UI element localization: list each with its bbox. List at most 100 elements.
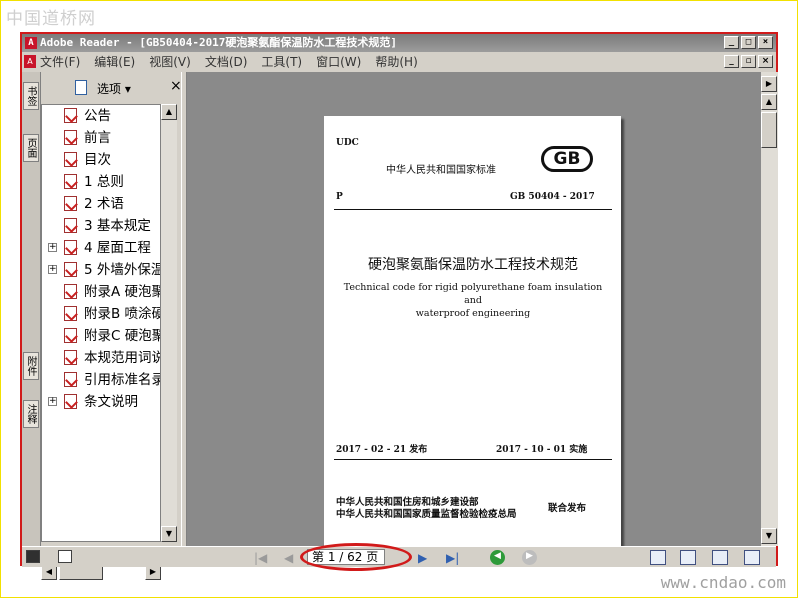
issue-date: 2017 - 02 - 21 发布: [336, 445, 428, 455]
side-tabs: 书签 页面 附件 注释: [22, 72, 41, 546]
bookmark-item[interactable]: 附录B 喷涂硬: [42, 303, 160, 325]
menu-help[interactable]: 帮助(H): [375, 52, 417, 72]
bookmark-item[interactable]: 本规范用词说: [42, 347, 160, 369]
panel-expand-arrow-icon[interactable]: ▶: [761, 76, 777, 92]
bookmark-item[interactable]: 前言: [42, 127, 160, 149]
reader-window: A Adobe Reader - [GB50404-2017硬泡聚氨酯保温防水工…: [20, 32, 778, 580]
bookmark-item[interactable]: 附录C 硬泡聚: [42, 325, 160, 347]
pdf-bookmark-icon: [64, 372, 77, 387]
facing-icon[interactable]: [712, 550, 728, 565]
doc-close-button[interactable]: ×: [758, 55, 773, 68]
menu-items: 文件(F) 编辑(E) 视图(V) 文档(D) 工具(T) 窗口(W) 帮助(H…: [40, 52, 418, 72]
standard-number: GB 50404 - 2017: [510, 192, 595, 202]
pdf-bookmark-icon: [64, 240, 77, 255]
maximize-button[interactable]: □: [741, 36, 756, 49]
menu-tools[interactable]: 工具(T): [261, 52, 302, 72]
title-chinese: 硬泡聚氨酯保温防水工程技术规范: [368, 257, 578, 273]
divider-top: [334, 209, 612, 210]
doc-restore-button[interactable]: ▫: [741, 55, 756, 68]
gb-logo: GB: [541, 146, 593, 172]
menu-window[interactable]: 窗口(W): [316, 52, 361, 72]
bookmark-item[interactable]: +5 外墙外保温: [42, 259, 160, 281]
title-english-line1: Technical code for rigid polyurethane fo…: [343, 282, 603, 306]
doc-scroll-down-arrow-icon[interactable]: ▼: [761, 528, 777, 544]
pdf-bookmark-icon: [64, 130, 77, 145]
national-standard-label: 中华人民共和国国家标准: [386, 165, 496, 176]
menu-edit[interactable]: 编辑(E): [94, 52, 135, 72]
bookmarks-header: 选项 ▾ ×: [41, 72, 182, 102]
expand-plus-icon[interactable]: +: [48, 243, 57, 252]
first-page-icon[interactable]: |◀: [254, 551, 267, 565]
highlight-circle: [300, 543, 412, 571]
expand-plus-icon[interactable]: +: [48, 397, 57, 406]
close-button[interactable]: ×: [758, 36, 773, 49]
minimize-button[interactable]: _: [724, 36, 739, 49]
doc-scroll-up-arrow-icon[interactable]: ▲: [761, 94, 777, 110]
menu-view[interactable]: 视图(V): [149, 52, 191, 72]
tab-pages[interactable]: 页面: [23, 134, 39, 162]
status-bar: |◀ ◀ 第 1 / 62 页 ▶ ▶| ◀ ▶: [22, 543, 776, 571]
document-window-controls: _ ▫ ×: [724, 55, 773, 68]
pdf-bookmark-icon: [64, 196, 77, 211]
title-english: Technical code for rigid polyurethane fo…: [336, 281, 610, 320]
document-page: UDC 中华人民共和国国家标准 GB P GB 50404 - 2017 硬泡聚…: [324, 116, 621, 560]
doc-scroll-thumb[interactable]: [761, 112, 777, 148]
continuous-icon[interactable]: [680, 550, 696, 565]
scroll-up-arrow-icon[interactable]: ▲: [161, 104, 177, 120]
udc-label: UDC: [336, 138, 359, 148]
bookmark-item[interactable]: +4 屋面工程: [42, 237, 160, 259]
pdf-bookmark-icon: [64, 108, 77, 123]
adobe-reader-icon: A: [25, 37, 37, 49]
tab-comments[interactable]: 注释: [23, 400, 39, 428]
title-english-line2: waterproof engineering: [415, 308, 531, 319]
window-title: Adobe Reader - [GB50404-2017硬泡聚氨酯保温防水工程技…: [40, 36, 398, 49]
window-controls: _ □ ×: [724, 36, 773, 49]
menu-file[interactable]: 文件(F): [40, 52, 80, 72]
document-vertical-scrollbar[interactable]: ▶ ▲ ▼: [761, 72, 778, 546]
go-forward-icon[interactable]: ▶: [522, 550, 537, 565]
bookmark-vertical-scrollbar[interactable]: ▲ ▼: [161, 104, 177, 542]
pdf-bookmark-icon: [64, 284, 77, 299]
bookmark-item[interactable]: 目次: [42, 149, 160, 171]
bookmark-item[interactable]: 引用标准名录: [42, 369, 160, 391]
next-page-icon[interactable]: ▶: [418, 551, 427, 565]
scroll-down-arrow-icon[interactable]: ▼: [161, 526, 177, 542]
continuous-facing-icon[interactable]: [744, 550, 760, 565]
doc-minimize-button[interactable]: _: [724, 55, 739, 68]
pdf-bookmark-icon: [64, 152, 77, 167]
pdf-bookmark-icon: [64, 306, 77, 321]
title-bar: A Adobe Reader - [GB50404-2017硬泡聚氨酯保温防水工…: [22, 34, 776, 52]
p-code: P: [336, 192, 343, 202]
options-dropdown[interactable]: 选项 ▾: [97, 80, 131, 97]
implement-date: 2017 - 10 - 01 实施: [496, 445, 588, 455]
menu-bar: A 文件(F) 编辑(E) 视图(V) 文档(D) 工具(T) 窗口(W) 帮助…: [22, 52, 776, 73]
watermark-top: 中国道桥网: [6, 9, 96, 29]
single-page-icon[interactable]: [650, 550, 666, 565]
pdf-bookmark-icon: [64, 394, 77, 409]
tab-bookmarks[interactable]: 书签: [23, 82, 39, 110]
document-icon[interactable]: A: [24, 55, 36, 68]
watermark-bottom: www.cndao.com: [660, 573, 786, 592]
bookmark-item[interactable]: 2 术语: [42, 193, 160, 215]
bookmark-tree: 公告 前言 目次 1 总则 2 术语 3 基本规定 +4 屋面工程 +5 外墙外…: [41, 104, 161, 542]
bookmark-item[interactable]: 公告: [42, 105, 160, 127]
pdf-bookmark-icon: [64, 218, 77, 233]
last-page-icon[interactable]: ▶|: [446, 551, 459, 565]
close-panel-icon[interactable]: ×: [170, 78, 182, 94]
pdf-bookmark-icon: [64, 350, 77, 365]
menu-document[interactable]: 文档(D): [205, 52, 248, 72]
options-icon[interactable]: [75, 80, 87, 95]
pdf-bookmark-icon: [64, 262, 77, 277]
bookmark-item[interactable]: 3 基本规定: [42, 215, 160, 237]
go-back-icon[interactable]: ◀: [490, 550, 505, 565]
bookmark-item[interactable]: 附录A 硬泡聚: [42, 281, 160, 303]
joint-publish-label: 联合发布: [548, 503, 587, 514]
bookmark-item[interactable]: + 条文说明: [42, 391, 160, 413]
page-view-icon[interactable]: [26, 550, 40, 563]
tab-attachments[interactable]: 附件: [23, 352, 39, 380]
pdf-bookmark-icon: [64, 174, 77, 189]
page-setting-icon[interactable]: [58, 550, 72, 563]
expand-plus-icon[interactable]: +: [48, 265, 57, 274]
prev-page-icon[interactable]: ◀: [284, 551, 293, 565]
bookmark-item[interactable]: 1 总则: [42, 171, 160, 193]
